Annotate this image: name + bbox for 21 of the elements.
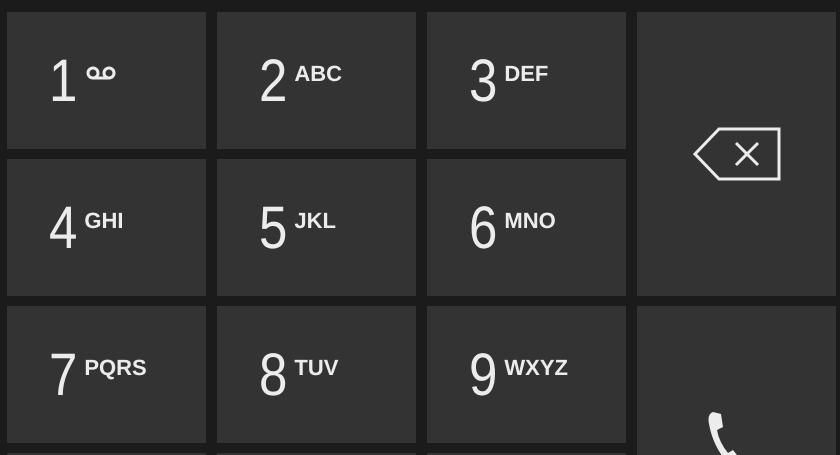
digit: 9 [469,344,498,404]
key-letters: GHI [84,208,124,234]
backspace-icon [692,125,780,183]
voicemail-icon [86,66,116,80]
digit: 4 [49,198,78,258]
key-letters: ABC [294,60,342,86]
backspace-button[interactable] [637,12,836,296]
digit: 2 [259,50,288,110]
keypad-key[interactable]: 1 [7,12,206,149]
key-letters: TUV [294,354,338,380]
digit: 1 [49,50,78,110]
key-letters: PQRS [84,354,147,380]
digit: 6 [469,198,498,258]
key-letters: DEF [504,60,548,86]
digit: 7 [49,344,78,404]
key-letters: WXYZ [504,354,568,380]
key-letters: JKL [294,208,336,234]
key-letters: MNO [504,208,556,234]
digit: 3 [469,50,498,110]
digit: 8 [259,344,288,404]
digit: 5 [259,198,288,258]
